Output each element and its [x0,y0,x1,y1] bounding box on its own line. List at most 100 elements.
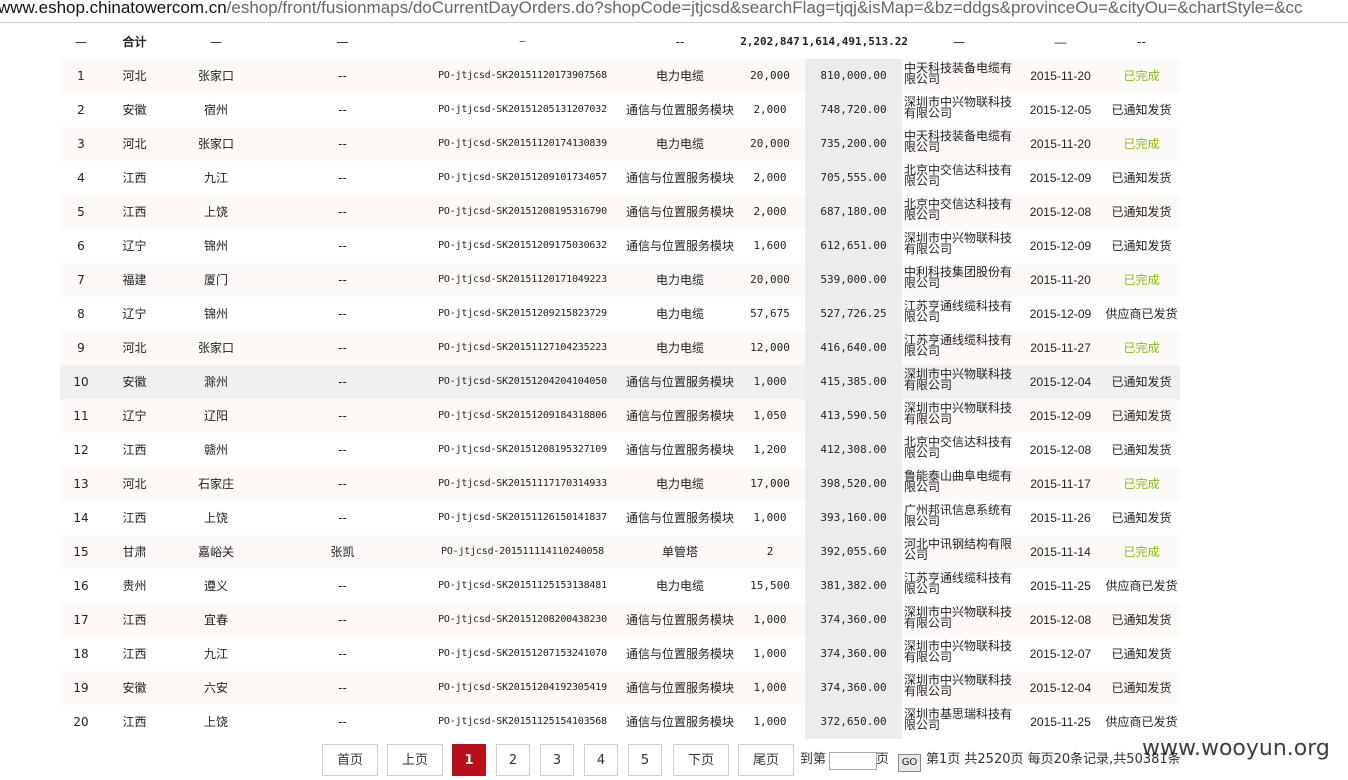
total-contact: — [336,35,349,49]
vendor-cell: 广州邦讯信息系统有限公司 [904,503,1013,528]
page-3-button[interactable]: 3 [540,744,574,776]
city-cell: 六安 [203,681,228,695]
contact-cell: -- [338,171,347,185]
table-row[interactable]: 11 辽宁 辽阳 -- PO-jtjcsd-SK20151209184318806 通信与… [60,399,1180,433]
order-number-cell: PO-jtjcsd-SK20151205131207032 [438,104,607,115]
quantity-cell: 2,000 [753,171,787,184]
vendor-cell: 深圳市基思瑞科技有限公司 [904,707,1013,732]
table-row[interactable]: 7 福建 厦门 -- PO-jtjcsd-SK20151120171049223 电力电缆… [60,263,1180,297]
amount-cell: 374,360.00 [805,671,902,705]
total-qty: 2,202,847 [740,35,800,48]
total-row: — 合计 — — — -- 2,202,847 1,614,491,513.22… [60,25,1180,59]
date-cell: 2015-12-09 [1029,409,1092,423]
goto-prefix: 到第 [800,752,827,767]
table-row[interactable]: 4 江西 九江 -- PO-jtjcsd-SK20151209101734057 通信与位… [60,161,1180,195]
order-number-cell: PO-jtjcsd-SK20151120173907568 [438,70,607,81]
table-row[interactable]: 1 河北 张家口 -- PO-jtjcsd-SK20151120173907568 电力电… [60,59,1180,93]
city-cell: 张家口 [197,341,234,355]
city-cell: 嘉峪关 [197,545,234,559]
prev-page-button[interactable]: 上页 [387,744,443,776]
order-number-cell: PO-jtjcsd-201511114110240058 [441,546,604,557]
city-cell: 九江 [203,171,228,185]
page-5-button[interactable]: 5 [628,744,662,776]
row-number: 20 [73,715,89,729]
table-row[interactable]: 20 江西 上饶 -- PO-jtjcsd-SK20151125154103568 通信与… [60,705,1180,739]
vendor-cell: 河北中讯钢结构有限公司 [904,537,1013,562]
table-row[interactable]: 5 江西 上饶 -- PO-jtjcsd-SK20151208195316790 通信与位… [60,195,1180,229]
table-row[interactable]: 18 江西 九江 -- PO-jtjcsd-SK20151207153241070 通信与… [60,637,1180,671]
page-1-button[interactable]: 1 [452,744,486,776]
amount-cell: 381,382.00 [805,569,902,603]
vendor-cell: 深圳市中兴物联科技有限公司 [904,639,1013,664]
go-button[interactable]: GO [898,754,921,772]
page-4-button[interactable]: 4 [584,744,618,776]
amount-cell: 392,055.60 [805,535,902,569]
first-page-button[interactable]: 首页 [322,744,378,776]
contact-cell: 张凯 [330,545,355,559]
province-cell: 安徽 [122,375,147,389]
city-cell: 上饶 [203,511,228,525]
order-number-cell: PO-jtjcsd-SK20151126150141837 [438,512,607,523]
amount-cell: 398,520.00 [805,467,902,501]
page-2-button[interactable]: 2 [496,744,530,776]
table-row[interactable]: 8 辽宁 锦州 -- PO-jtjcsd-SK20151209215823729 电力电缆… [60,297,1180,331]
quantity-cell: 1,000 [753,647,787,660]
contact-cell: -- [338,715,347,729]
goto-page-input[interactable] [829,752,877,770]
status-cell: 供应商已发货 [1105,579,1178,593]
date-cell: 2015-12-09 [1029,239,1092,253]
item-cell: 通信与位置服务模块 [625,443,734,457]
date-cell: 2015-12-04 [1029,375,1092,389]
row-number: 18 [73,647,89,661]
next-page-button[interactable]: 下页 [673,744,729,776]
date-cell: 2015-11-26 [1030,511,1091,525]
city-cell: 滁州 [203,375,228,389]
table-row[interactable]: 14 江西 上饶 -- PO-jtjcsd-SK20151126150141837 通信与… [60,501,1180,535]
table-row[interactable]: 16 贵州 遵义 -- PO-jtjcsd-SK20151125153138481 电力电… [60,569,1180,603]
table-row[interactable]: 6 辽宁 锦州 -- PO-jtjcsd-SK20151209175030632 通信与位… [60,229,1180,263]
address-bar[interactable]: www.eshop.chinatowercom.cn/eshop/front/f… [0,0,1348,23]
province-cell: 安徽 [122,103,147,117]
quantity-cell: 12,000 [750,341,790,354]
quantity-cell: 2,000 [753,205,787,218]
table-row[interactable]: 15 甘肃 嘉峪关 张凯 PO-jtjcsd-201511114110240058 单管塔… [60,535,1180,569]
order-number-cell: PO-jtjcsd-SK20151120174130839 [438,138,607,149]
table-row[interactable]: 12 江西 赣州 -- PO-jtjcsd-SK20151208195327109 通信与… [60,433,1180,467]
status-cell: 已通知发货 [1111,443,1172,457]
table-row[interactable]: 17 江西 宜春 -- PO-jtjcsd-SK20151208200438230 通信与… [60,603,1180,637]
order-number-cell: PO-jtjcsd-SK20151207153241070 [438,648,607,659]
vendor-cell: 深圳市中兴物联科技有限公司 [904,95,1013,120]
amount-cell: 539,000.00 [805,263,902,297]
status-cell: 已通知发货 [1111,205,1172,219]
status-cell: 已通知发货 [1111,171,1172,185]
amount-cell: 748,720.00 [805,93,902,127]
watermark: www.wooyun.org [1142,736,1330,761]
province-cell: 河北 [122,137,147,151]
table-row[interactable]: 10 安徽 滁州 -- PO-jtjcsd-SK20151204204104050 通信与… [60,365,1180,399]
vendor-cell: 中利科技集团股份有限公司 [904,265,1013,290]
contact-cell: -- [338,477,347,491]
order-number-cell: PO-jtjcsd-SK20151204204104050 [438,376,607,387]
contact-cell: -- [338,137,347,151]
date-cell: 2015-11-17 [1030,477,1091,491]
table-row[interactable]: 9 河北 张家口 -- PO-jtjcsd-SK20151127104235223 电力电… [60,331,1180,365]
table-row[interactable]: 13 河北 石家庄 -- PO-jtjcsd-SK20151117170314933 电力… [60,467,1180,501]
quantity-cell: 20,000 [750,137,790,150]
total-date: — [1054,35,1067,49]
province-cell: 辽宁 [122,239,147,253]
vendor-cell: 中天科技装备电缆有限公司 [904,129,1013,154]
row-number: 5 [77,205,85,219]
order-number-cell: PO-jtjcsd-SK20151209175030632 [438,240,607,251]
vendor-cell: 北京中交信达科技有限公司 [904,435,1013,460]
contact-cell: -- [338,443,347,457]
row-number: 19 [73,681,89,695]
contact-cell: -- [338,103,347,117]
province-cell: 辽宁 [122,307,147,321]
last-page-button[interactable]: 尾页 [738,744,794,776]
city-cell: 石家庄 [197,477,234,491]
province-cell: 福建 [122,273,147,287]
table-row[interactable]: 19 安徽 六安 -- PO-jtjcsd-SK20151204192305419 通信与… [60,671,1180,705]
date-cell: 2015-11-20 [1030,69,1091,83]
table-row[interactable]: 3 河北 张家口 -- PO-jtjcsd-SK20151120174130839 电力电… [60,127,1180,161]
table-row[interactable]: 2 安徽 宿州 -- PO-jtjcsd-SK20151205131207032 通信与位… [60,93,1180,127]
